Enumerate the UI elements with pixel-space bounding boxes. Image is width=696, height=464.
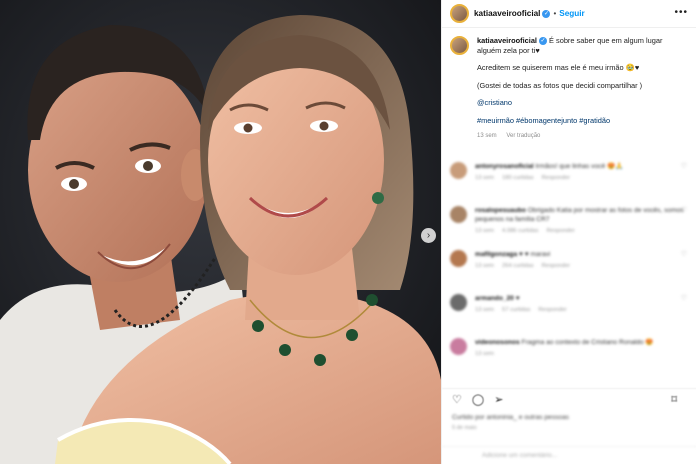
comment-item: rosalopesuaubo Obrigado Katia por mostra… [442,202,696,246]
comments-list[interactable]: antonyrosanoficial Irmãos! que linhas vo… [442,158,696,380]
comment-likes[interactable]: 180 curtidas [502,175,534,181]
avatar[interactable] [450,4,469,23]
comment-item: antonyrosanoficial Irmãos! que linhas vo… [442,158,696,202]
post-side-panel: katiaaveirooficial ✓ • Seguir ••• katiaa… [441,0,696,464]
comment-likes[interactable]: 4.086 curtidas [502,228,538,234]
comment-username[interactable]: videonosonos [475,339,520,346]
caption-avatar[interactable] [450,36,469,55]
verified-badge-icon: ✓ [542,9,551,18]
reply-link[interactable]: Responder [542,175,570,181]
reply-link[interactable]: Responder [538,307,566,313]
comment-text: ♥ [515,295,520,302]
caption-line-3: (Gostei de todas as fotos que decidi com… [477,80,643,90]
bookmark-icon[interactable]: ⌑ [671,393,677,406]
post-caption: katiaaveirooficial ✓ É sobre saber que em… [442,28,696,141]
comment-text: Fragma ao contexto de Cristiano Ronaldo … [521,339,654,346]
selfie-image [0,0,441,464]
comment-item: armando_20 ♥ 13 sem 57 curtidas Responder … [442,290,696,334]
next-photo-button[interactable]: › [421,228,436,243]
comment-like-icon[interactable]: ♡ [681,294,687,302]
reply-link[interactable]: Responder [546,228,574,234]
comment-item: videonosonos Fragma ao contexto de Crist… [442,334,696,378]
comment-time: 13 sem [475,228,495,234]
post-date: 5 de maio [452,425,477,431]
post-actions-bar: ♡ ◯ ➢ ⌑ [442,388,696,410]
caption-username[interactable]: katiaaveirooficial [477,36,537,45]
comment-avatar[interactable] [450,250,467,267]
caption-line-2: Acreditem se quiserem mas ele é meu irmã… [477,63,640,73]
reply-link[interactable]: Responder [542,263,570,269]
comment-likes[interactable]: 264 curtidas [502,263,534,269]
comment-avatar[interactable] [450,338,467,355]
caption-meta: 13 sem Ver tradução [477,132,688,142]
comment-like-icon[interactable]: ♡ [681,162,687,170]
comment-avatar[interactable] [450,294,467,311]
caption-hashtags[interactable]: #meuirmão #ébomagentejunto #gratidão [477,116,688,126]
post-photo[interactable]: › [0,0,441,464]
header-username[interactable]: katiaaveirooficial [474,9,540,18]
comment-username[interactable]: antonyrosanoficial [475,163,534,170]
comment-time: 13 sem [475,307,495,313]
add-comment-input[interactable]: Adicione um comentário... [442,446,696,464]
follow-button[interactable]: Seguir [559,9,584,18]
likes-summary[interactable]: Curtido por antoninia_ e outras pessoas [452,414,569,421]
post-header: katiaaveirooficial ✓ • Seguir ••• [442,0,696,28]
comment-icon[interactable]: ◯ [472,393,484,406]
share-icon[interactable]: ➢ [494,393,503,406]
more-options-icon[interactable]: ••• [674,7,688,18]
caption-time: 13 sem [477,132,497,139]
comment-username[interactable]: rosalopesuaubo [475,207,526,214]
comment-text: ♥ ♥ maravi [518,251,551,258]
verified-badge-icon: ✓ [538,37,547,46]
caption-mention[interactable]: @cristiano [477,98,688,108]
comment-item: mafilgonzaga ♥ ♥ maravi 13 sem 264 curtid… [442,246,696,290]
comment-username[interactable]: armando_20 [475,295,514,302]
translate-link[interactable]: Ver tradução [506,133,540,139]
comment-time: 13 sem [475,263,495,269]
separator-dot: • [553,9,557,18]
comment-likes[interactable]: 57 curtidas [502,307,530,313]
caption-body: katiaaveirooficial ✓ É sobre saber que em… [477,36,688,141]
heart-icon[interactable]: ♡ [452,393,462,406]
instagram-post: › katiaaveirooficial ✓ • Seguir ••• kati… [0,0,696,464]
comment-avatar[interactable] [450,162,467,179]
comment-like-icon[interactable]: ♡ [681,250,687,258]
chevron-right-icon: › [426,229,431,241]
comment-time: 13 sem [475,351,495,357]
comment-time: 13 sem [475,175,495,181]
comment-username[interactable]: mafilgonzaga [475,251,517,258]
comment-text: Irmãos! que linhas você 😍🙏 [535,163,624,170]
comment-like-icon[interactable]: ♡ [681,206,687,214]
comment-avatar[interactable] [450,206,467,223]
